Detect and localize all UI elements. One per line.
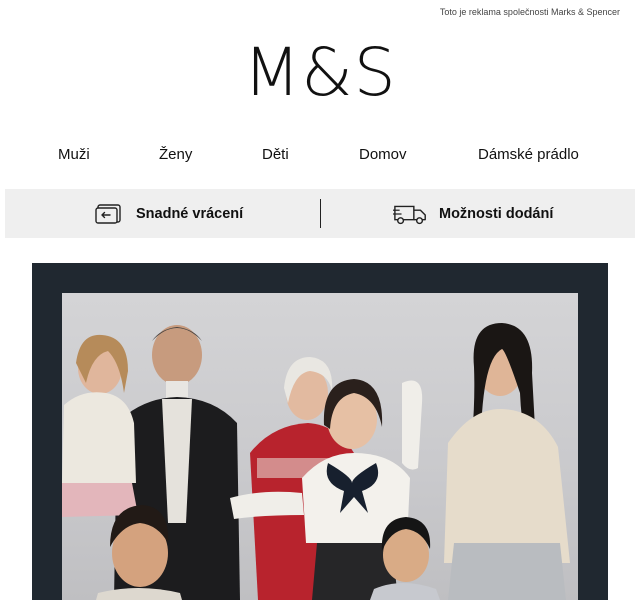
family-christmas-knitwear-photo	[62, 323, 570, 600]
main-nav: Muži Ženy Děti Domov Dámské prádlo	[0, 146, 640, 168]
nav-item-kids[interactable]: Děti	[262, 146, 289, 163]
delivery-options-label: Možnosti dodání	[439, 205, 554, 222]
advertisement-note: Toto je reklama společnosti Marks & Spen…	[439, 7, 620, 17]
hero-banner[interactable]	[32, 263, 608, 600]
delivery-truck-icon	[393, 199, 429, 229]
easy-returns-link[interactable]: Snadné vrácení	[90, 189, 243, 238]
nav-item-lingerie[interactable]: Dámské prádlo	[478, 146, 579, 163]
easy-returns-label: Snadné vrácení	[136, 205, 244, 222]
brand-logo[interactable]: M&S	[0, 38, 640, 108]
returns-card-icon	[90, 199, 126, 229]
nav-item-home[interactable]: Domov	[359, 146, 407, 163]
nav-item-men[interactable]: Muži	[58, 146, 90, 163]
delivery-options-link[interactable]: Možnosti dodání	[393, 189, 553, 238]
service-bar: Snadné vrácení Možnosti dodání	[5, 189, 635, 238]
nav-item-women[interactable]: Ženy	[159, 146, 192, 163]
service-divider	[320, 199, 321, 228]
hero-image	[62, 293, 578, 600]
